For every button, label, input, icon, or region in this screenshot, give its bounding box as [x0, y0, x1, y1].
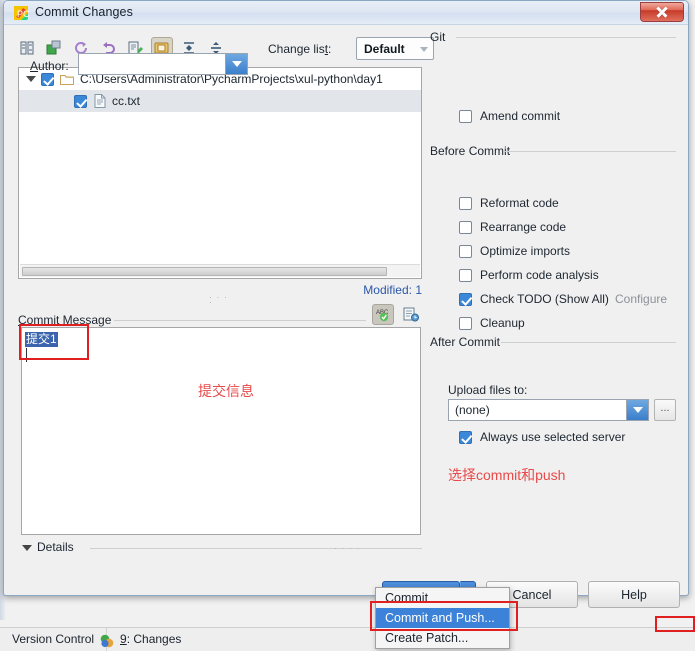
commit-message-label-mnemonic: C — [18, 313, 27, 327]
status-changes-number: 9 — [120, 632, 127, 646]
commit-message-label: Commit Message — [18, 313, 111, 327]
reformat-code-checkbox[interactable] — [459, 196, 472, 210]
commit-message-input[interactable]: 提交1 — [21, 327, 421, 535]
commit-message-label-rest: ommit Message — [26, 313, 112, 327]
author-dropdown-arrow-icon[interactable] — [225, 54, 247, 74]
author-field[interactable] — [78, 53, 248, 75]
message-history-icon[interactable] — [400, 304, 422, 325]
svg-text:PC: PC — [17, 9, 29, 19]
folder-icon — [60, 73, 74, 86]
chevron-down-icon — [22, 545, 32, 551]
details-toggle[interactable]: Details — [18, 540, 422, 556]
dialog-title: Commit Changes — [35, 5, 133, 19]
annotation-commit-message-text: 提交信息 — [198, 383, 254, 399]
dialog-titlebar: PC Commit Changes — [4, 1, 688, 25]
help-button[interactable]: Help — [588, 581, 680, 608]
tree-horizontal-scrollbar[interactable] — [20, 264, 420, 277]
status-changes-label: : Changes — [126, 632, 182, 646]
modified-count: Modified: 1 — [363, 283, 422, 297]
upload-server-dropdown[interactable]: (none) — [448, 399, 649, 421]
perform-code-analysis-label: Perform code analysis — [480, 268, 599, 282]
upload-server-value: (none) — [455, 403, 490, 417]
configure-link[interactable]: Configure — [615, 292, 667, 306]
text-caret — [26, 348, 27, 362]
details-label: Details — [37, 540, 74, 554]
status-bar: Version Control 9: Changes — [0, 627, 695, 651]
close-icon[interactable] — [640, 2, 684, 22]
changelist-label-post: : — [328, 42, 332, 56]
after-commit-group-label: After Commit — [430, 335, 501, 349]
annotation-commit-push-text: 选择commit和push — [448, 467, 566, 483]
chevron-down-icon — [420, 47, 428, 52]
menu-commit-and-push[interactable]: Commit and Push... — [376, 608, 509, 628]
author-label-mnemonic: A — [30, 59, 39, 73]
always-use-server-checkbox[interactable] — [459, 430, 472, 444]
upload-files-label: Upload files to: — [448, 383, 528, 397]
git-group-divider — [456, 37, 676, 38]
tree-expand-toggle-icon[interactable] — [26, 76, 36, 82]
commit-message-value: 提交1 — [25, 332, 58, 347]
perform-code-analysis-checkbox[interactable] — [459, 268, 472, 282]
scrollbar-thumb[interactable] — [22, 267, 387, 276]
rearrange-code-row[interactable]: Rearrange code — [459, 220, 566, 234]
check-todo-row[interactable]: Check TODO (Show All) — [459, 292, 609, 306]
status-changes-text: 9: Changes — [120, 628, 181, 651]
screen-root: PC Commit Changes Change list: Default G… — [0, 0, 695, 651]
optimize-imports-label: Optimize imports — [480, 244, 571, 258]
cleanup-checkbox[interactable] — [459, 316, 472, 330]
changelist-label: Change list: — [268, 42, 331, 56]
cleanup-row[interactable]: Cleanup — [459, 316, 525, 330]
changelist-dropdown[interactable]: Default — [356, 37, 434, 60]
dialog-body: Change list: Default Git C:\Users\Admini… — [4, 25, 688, 608]
status-changes-tab[interactable]: 9: Changes — [100, 628, 181, 651]
tree-row-file[interactable]: cc.txt — [19, 90, 421, 112]
pycharm-icon: PC — [13, 5, 30, 21]
always-use-server-row[interactable]: Always use selected server — [459, 430, 625, 444]
upload-dropdown-arrow-icon[interactable] — [626, 400, 648, 420]
check-todo-label: Check TODO (Show All) — [480, 292, 609, 306]
browse-servers-button[interactable]: ... — [654, 399, 676, 421]
after-commit-divider — [501, 342, 676, 343]
reformat-code-row[interactable]: Reformat code — [459, 196, 559, 210]
tree-root-checkbox[interactable] — [41, 72, 54, 86]
changelist-value: Default — [364, 42, 405, 56]
perform-code-analysis-row[interactable]: Perform code analysis — [459, 268, 599, 282]
optimize-imports-checkbox[interactable] — [459, 244, 472, 258]
text-file-icon — [94, 94, 106, 108]
tree-file-checkbox[interactable] — [74, 94, 87, 108]
amend-commit-checkbox[interactable] — [459, 109, 472, 123]
author-label-rest: uthor: — [38, 59, 69, 73]
move-to-changelist-icon[interactable] — [43, 37, 65, 59]
check-todo-checkbox[interactable] — [459, 292, 472, 306]
menu-create-patch[interactable]: Create Patch... — [376, 628, 509, 648]
abc-spellcheck-icon[interactable]: ABC — [372, 304, 394, 325]
git-group-label: Git — [430, 30, 446, 44]
changes-view-icon — [100, 633, 114, 647]
always-use-server-label: Always use selected server — [480, 430, 626, 444]
optimize-imports-row[interactable]: Optimize imports — [459, 244, 570, 258]
commit-message-divider — [114, 320, 366, 321]
rearrange-code-label: Rearrange code — [480, 220, 567, 234]
amend-commit-label: Amend commit — [480, 109, 561, 123]
status-version-control[interactable]: Version Control — [0, 628, 108, 651]
dialog-splitter-handle[interactable]: · · · · — [334, 543, 361, 553]
menu-commit[interactable]: Commit — [376, 588, 509, 608]
rearrange-code-checkbox[interactable] — [459, 220, 472, 234]
panel-splitter-handle[interactable]: · · · · — [209, 293, 233, 307]
commit-changes-dialog: PC Commit Changes Change list: Default G… — [3, 0, 689, 608]
tree-file-name: cc.txt — [112, 94, 141, 108]
reformat-code-label: Reformat code — [480, 196, 559, 210]
details-divider — [90, 548, 422, 549]
show-diff-icon[interactable] — [16, 37, 38, 59]
changelist-label-pre: Change lis — [268, 42, 325, 56]
cleanup-label: Cleanup — [480, 316, 525, 330]
before-commit-divider — [504, 151, 676, 152]
changed-files-tree[interactable]: C:\Users\Administrator\PycharmProjects\x… — [18, 67, 422, 279]
commit-options-menu[interactable]: Commit Commit and Push... Create Patch..… — [375, 587, 510, 649]
before-commit-group-label: Before Commit — [430, 144, 511, 158]
author-label: Author: — [30, 59, 69, 73]
amend-commit-checkbox-row[interactable]: Amend commit — [459, 109, 560, 123]
